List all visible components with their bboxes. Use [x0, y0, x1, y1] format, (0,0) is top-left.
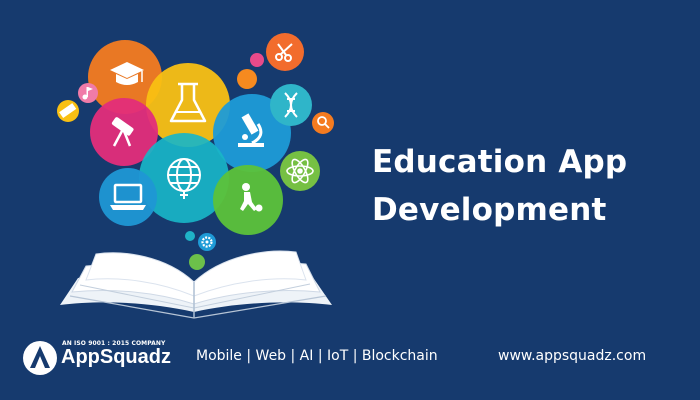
small-orange-bubble-2 [312, 112, 334, 134]
tiny-teal-bubble [185, 231, 195, 241]
brand-name: AppSquadz [61, 346, 171, 368]
headline-line-2: Development [372, 192, 607, 228]
tiny-green-bubble [189, 254, 205, 270]
education-app-banner: Education App Development AN ISO 9001 : … [0, 0, 700, 400]
headline-line-1: Education App [372, 144, 628, 180]
tiny-orange-bubble [237, 69, 257, 89]
appsquadz-logo-icon [23, 341, 57, 375]
tiny-pink-bubble [250, 53, 264, 67]
services-list: Mobile | Web | AI | IoT | Blockchain [196, 348, 438, 364]
headline: Education App Development [372, 138, 682, 234]
website-link[interactable]: www.appsquadz.com [498, 348, 646, 364]
light-blue-bubble [99, 168, 157, 226]
